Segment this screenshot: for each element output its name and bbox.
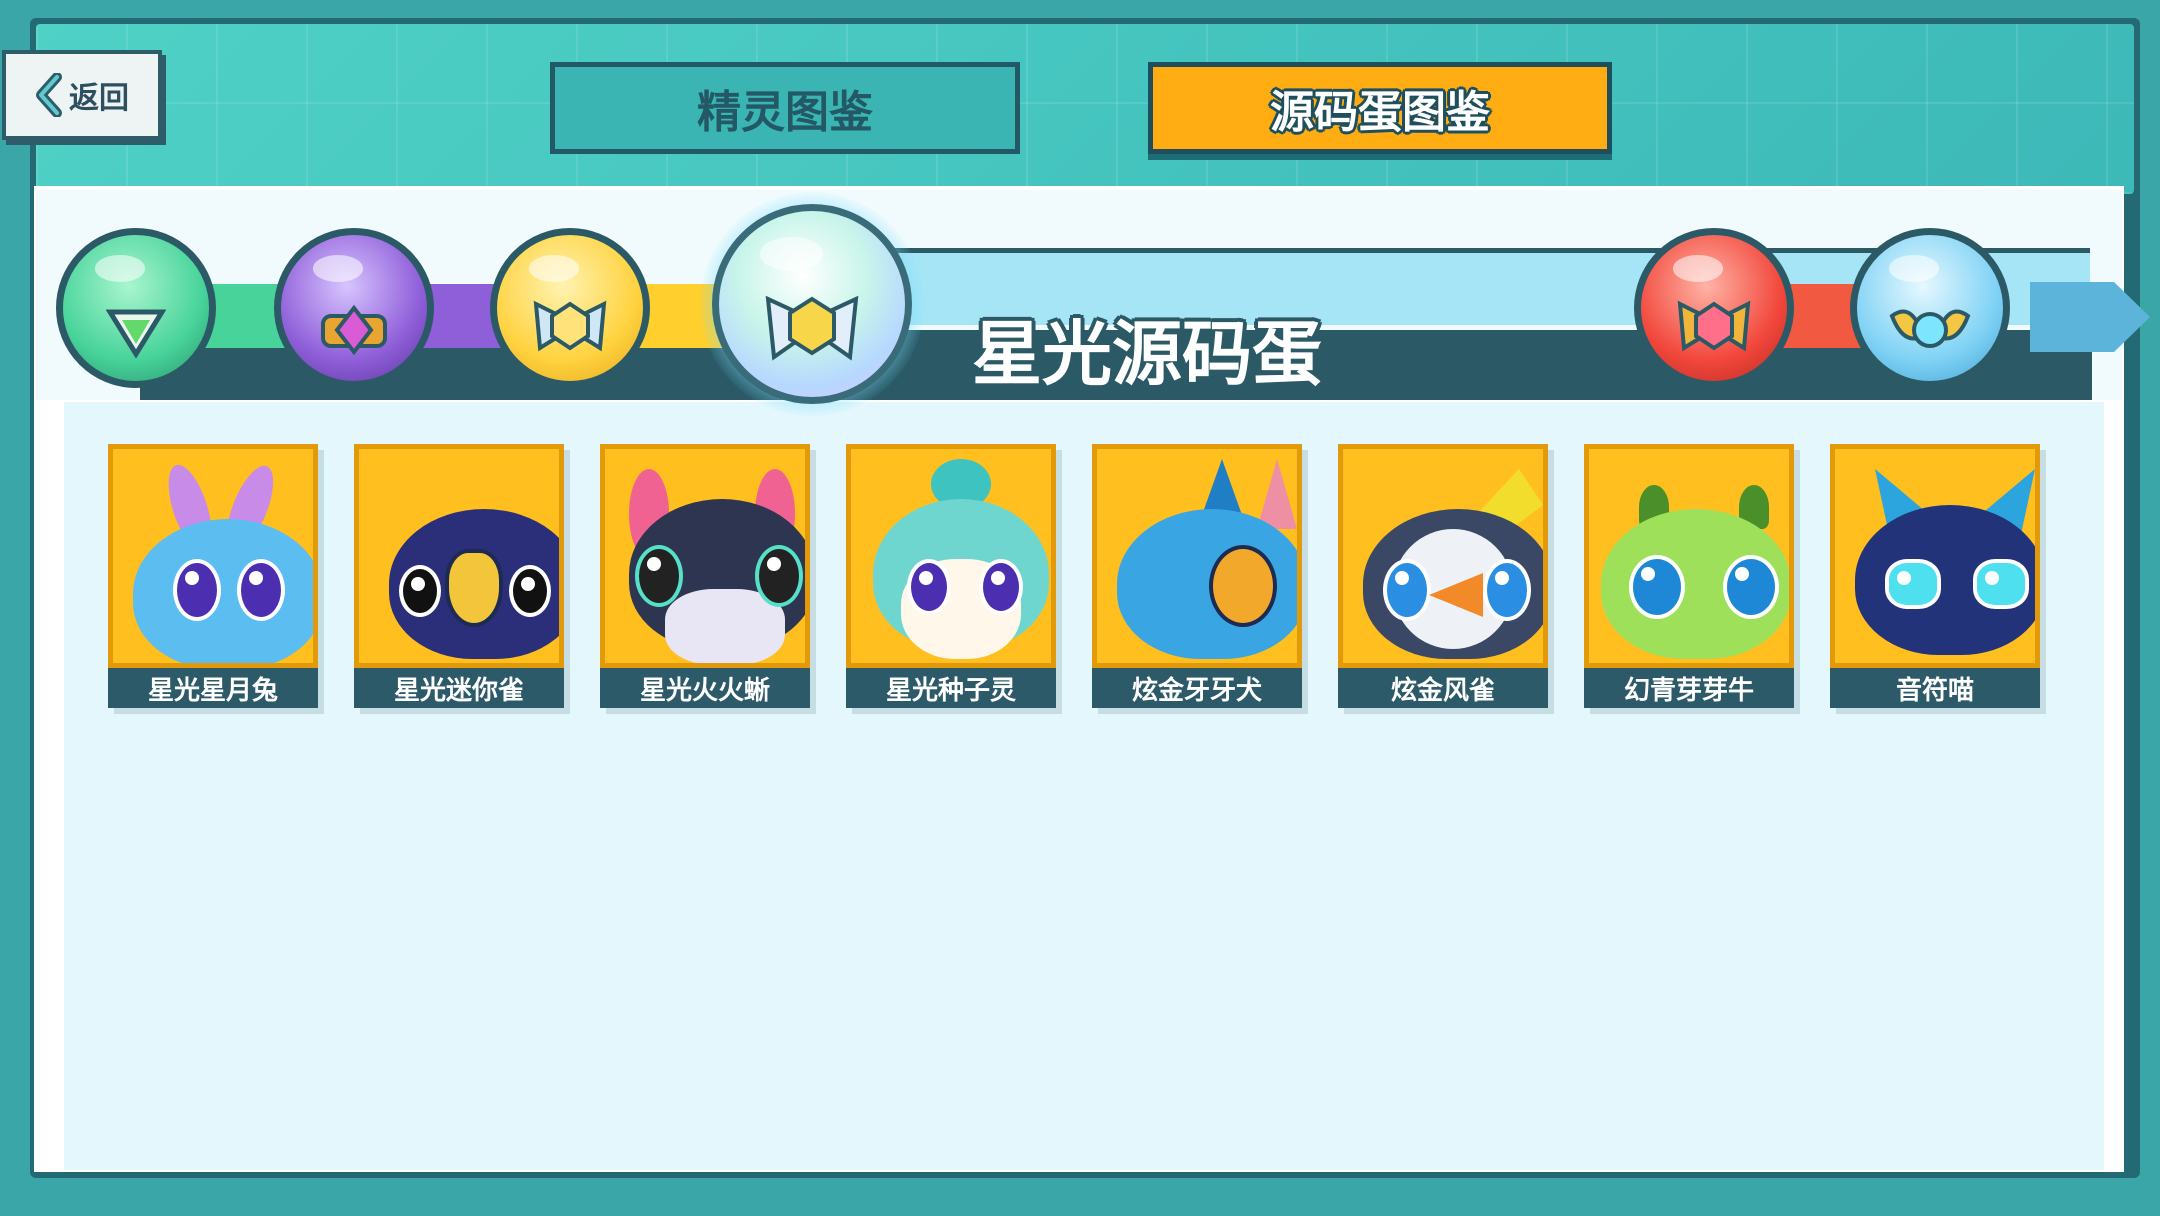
purple-egg-icon[interactable] xyxy=(274,228,434,388)
sprite-portrait xyxy=(1584,444,1794,668)
sprite-card[interactable]: 星光迷你雀 xyxy=(354,444,564,708)
sprite-name-label: 星光种子灵 xyxy=(846,668,1056,708)
tab-sprite-codex[interactable]: 精灵图鉴 xyxy=(550,62,1020,154)
sprite-name-label: 幻青芽芽牛 xyxy=(1584,668,1794,708)
blue-egg-icon[interactable] xyxy=(1850,228,2010,388)
sprite-portrait xyxy=(354,444,564,668)
selected-egg-title: 星光源码蛋 xyxy=(972,313,1322,395)
green-egg-icon[interactable] xyxy=(56,228,216,388)
rainbow-egg-icon[interactable] xyxy=(712,204,912,404)
sprite-card[interactable]: 星光种子灵 xyxy=(846,444,1056,708)
sprite-card[interactable]: 幻青芽芽牛 xyxy=(1584,444,1794,708)
chevron-left-icon xyxy=(35,72,63,118)
sprite-portrait xyxy=(1830,444,2040,668)
sprite-name-label: 炫金牙牙犬 xyxy=(1092,668,1302,708)
sprite-card[interactable]: 星光星月兔 xyxy=(108,444,318,708)
sprite-card[interactable]: 炫金风雀 xyxy=(1338,444,1548,708)
red-egg-icon[interactable] xyxy=(1634,228,1794,388)
sprite-name-label: 炫金风雀 xyxy=(1338,668,1548,708)
sprite-name-label: 星光火火蜥 xyxy=(600,668,810,708)
sprite-card[interactable]: 音符喵 xyxy=(1830,444,2040,708)
sprite-name-label: 音符喵 xyxy=(1830,668,2040,708)
sprite-name-label: 星光迷你雀 xyxy=(354,668,564,708)
sprite-portrait xyxy=(1092,444,1302,668)
sprite-name-label: 星光星月兔 xyxy=(108,668,318,708)
sprite-card[interactable]: 星光火火蜥 xyxy=(600,444,810,708)
sprite-portrait xyxy=(108,444,318,668)
sprite-portrait xyxy=(600,444,810,668)
tab-egg-codex[interactable]: 源码蛋图鉴 xyxy=(1148,62,1612,154)
sprite-card[interactable]: 炫金牙牙犬 xyxy=(1092,444,1302,708)
back-button-label: 返回 xyxy=(69,81,129,116)
header-band xyxy=(36,24,2134,194)
gold-egg-icon[interactable] xyxy=(490,228,650,388)
back-button[interactable]: 返回 xyxy=(2,50,162,140)
sprite-portrait xyxy=(846,444,1056,668)
sprite-portrait xyxy=(1338,444,1548,668)
